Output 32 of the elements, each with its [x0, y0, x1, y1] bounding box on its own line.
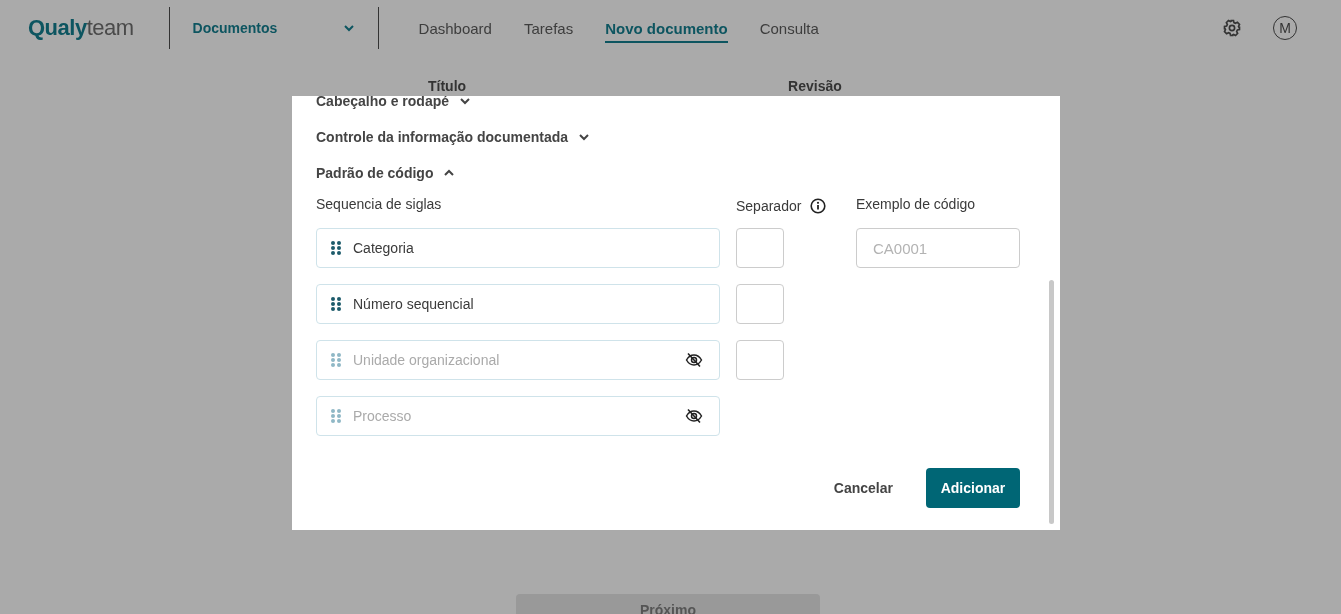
drag-handle-icon[interactable] [331, 409, 341, 423]
separator-label: Separador [736, 198, 802, 214]
acronym-item[interactable]: Número sequencial [316, 284, 720, 324]
chevron-down-icon[interactable] [578, 131, 591, 143]
chevron-down-icon[interactable] [459, 96, 472, 107]
eye-off-icon[interactable] [685, 408, 703, 424]
nav-tab[interactable]: Dashboard [418, 13, 492, 43]
drag-handle-icon[interactable] [331, 353, 341, 367]
section-header[interactable]: Padrão de código [316, 155, 1036, 191]
drag-handle-icon[interactable] [331, 297, 341, 311]
nav-tab[interactable]: Consulta [759, 13, 819, 43]
sequence-label: Sequencia de siglas [316, 195, 443, 214]
module-select[interactable]: Documentos [169, 20, 378, 36]
scrollbar[interactable] [1049, 280, 1054, 524]
field-label: Título [428, 78, 467, 94]
field-label: Revisão [788, 78, 842, 94]
info-icon[interactable] [810, 198, 827, 214]
cancel-button[interactable]: Cancelar [833, 480, 893, 496]
eye-off-icon[interactable] [685, 352, 703, 368]
settings-icon[interactable] [1223, 19, 1241, 37]
acronym-item[interactable]: Categoria [316, 228, 720, 268]
section-header[interactable]: Cabeçalho e rodapé [316, 96, 1036, 119]
nav-tab[interactable]: Novo documento [605, 13, 728, 43]
separator-field[interactable] [736, 228, 784, 268]
example-label: Exemplo de código [856, 195, 976, 214]
separator-field[interactable] [736, 284, 784, 324]
qualyteam-logo[interactable]: Qualyteam [28, 15, 134, 41]
drag-handle-icon[interactable] [331, 241, 341, 255]
nav-tab[interactable]: Tarefas [523, 13, 574, 43]
separator-field[interactable] [736, 340, 784, 380]
add-button[interactable]: Adicionar [926, 468, 1020, 508]
section-header[interactable]: Controle da informação documentada [316, 119, 1036, 155]
